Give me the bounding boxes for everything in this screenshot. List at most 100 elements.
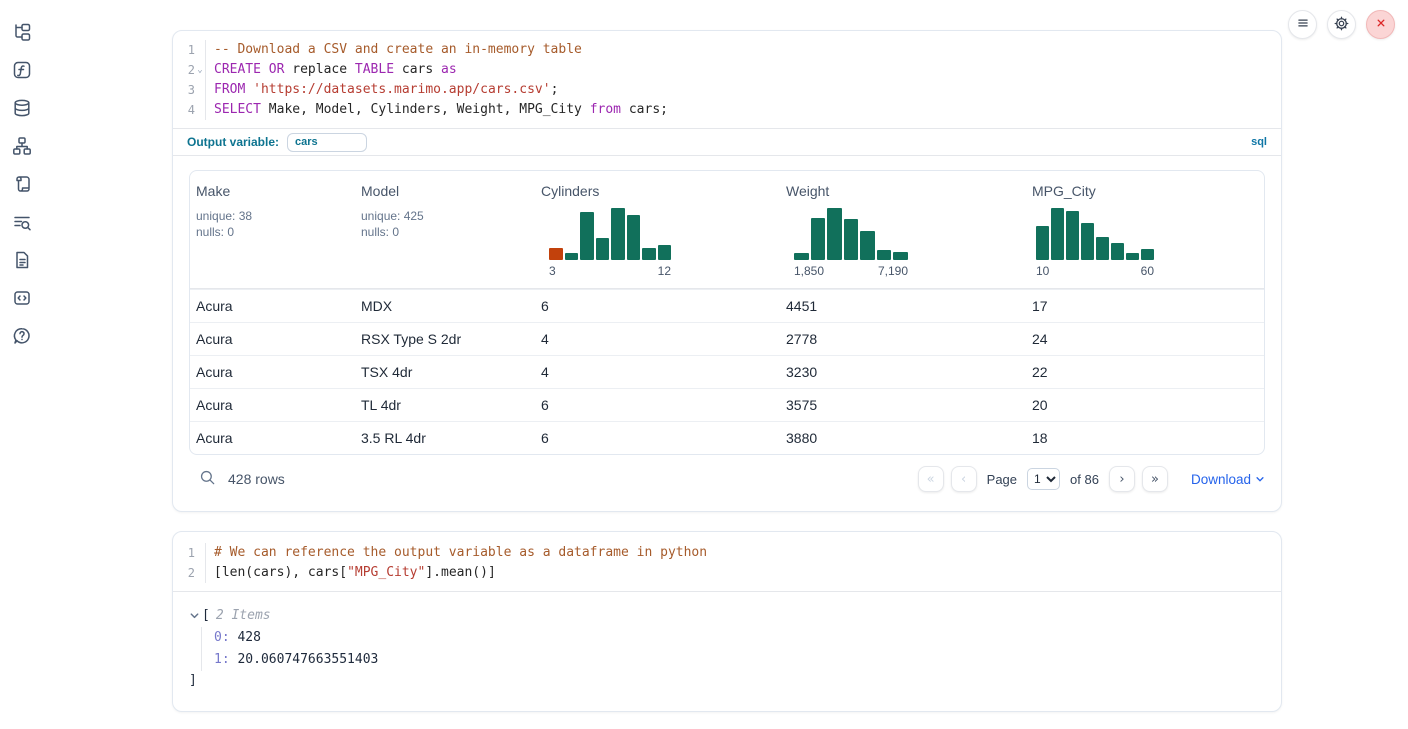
cell-cylinders: 4 [535, 331, 780, 347]
table-row: Acura 3.5 RL 4dr 6 3880 18 [190, 421, 1264, 454]
column-header-mpg-city[interactable]: MPG_City 10 60 [1026, 183, 1264, 278]
code-token: TABLE [355, 62, 394, 77]
sidebar-item-scratchpad[interactable] [11, 174, 33, 196]
prev-page-button[interactable]: ‹ [951, 466, 977, 492]
cell-make: Acura [190, 397, 355, 413]
axis-min-label: 1,850 [794, 264, 824, 278]
histogram-bar [580, 212, 594, 260]
table-footer: 428 rows « ‹ Page 1 of 86 › » Download [189, 465, 1265, 493]
scratchpad-icon [12, 174, 32, 197]
cell-model: MDX [355, 298, 535, 314]
download-button[interactable]: Download [1191, 472, 1265, 487]
cell-model: TL 4dr [355, 397, 535, 413]
file-tree-icon [12, 22, 32, 45]
sidebar-item-documentation[interactable] [11, 250, 33, 272]
menu-button[interactable] [1288, 10, 1317, 39]
code-token: SELECT [214, 102, 261, 117]
line-number: 3 [173, 80, 195, 100]
histogram-bar [844, 219, 859, 260]
table-row: Acura TSX 4dr 4 3230 22 [190, 355, 1264, 388]
page-total: of 86 [1070, 472, 1099, 487]
item-index: 0: [214, 630, 230, 645]
cell-mpg-city: 18 [1026, 430, 1264, 446]
gear-icon [1333, 15, 1350, 35]
sidebar-item-files[interactable] [11, 22, 33, 44]
sidebar-item-help[interactable] [11, 326, 33, 348]
last-page-button[interactable]: » [1142, 466, 1168, 492]
code-token: ].mean()] [425, 565, 495, 580]
histogram-bar [1081, 223, 1094, 260]
column-header-cylinders[interactable]: Cylinders 3 12 [535, 183, 780, 278]
code-token: OR [269, 62, 285, 77]
settings-button[interactable] [1327, 10, 1356, 39]
code-token: 'https://datasets.marimo.app/cars.csv' [253, 82, 550, 97]
first-page-button[interactable]: « [918, 466, 944, 492]
cell-mpg-city: 20 [1026, 397, 1264, 413]
line-number: 1 [173, 543, 195, 563]
sidebar-item-logs[interactable] [11, 212, 33, 234]
column-stat-nulls: nulls: 0 [196, 224, 355, 240]
page-label: Page [987, 472, 1017, 487]
sql-code-editor[interactable]: 1 -- Download a CSV and create an in-mem… [173, 31, 1281, 128]
search-button[interactable] [199, 469, 216, 489]
code-token: "MPG_City" [347, 565, 425, 580]
code-line: 2⌄ CREATE OR replace TABLE cars as [173, 60, 1281, 80]
cell-make: Acura [190, 364, 355, 380]
cell-weight: 4451 [780, 298, 1026, 314]
code-token: CREATE [214, 62, 261, 77]
sidebar [0, 0, 44, 729]
column-stat-unique: unique: 425 [361, 208, 535, 224]
line-number: 2 [173, 60, 195, 80]
sidebar-item-snippets[interactable] [11, 288, 33, 310]
output-variable-label: Output variable: [187, 135, 279, 149]
histogram-bar [794, 253, 809, 260]
code-line: 4 SELECT Make, Model, Cylinders, Weight,… [173, 100, 1281, 120]
table-row: Acura TL 4dr 6 3575 20 [190, 388, 1264, 421]
code-token: cars; [621, 102, 668, 117]
line-number: 2 [173, 563, 195, 583]
collapse-toggle[interactable] [189, 609, 200, 624]
histogram-bar [1126, 253, 1139, 260]
cell-model: TSX 4dr [355, 364, 535, 380]
database-icon [12, 98, 32, 121]
histogram-bar [1111, 243, 1124, 260]
code-token: cars [394, 62, 441, 77]
items-count-label: 2 Items [216, 605, 271, 627]
code-line: 2 [len(cars), cars["MPG_City"].mean()] [173, 563, 1281, 583]
notebook-actions [1288, 10, 1395, 39]
sidebar-item-variables[interactable] [11, 60, 33, 82]
column-header-make[interactable]: Make unique: 38 nulls: 0 [190, 183, 355, 278]
column-name: MPG_City [1032, 183, 1264, 199]
sidebar-item-datasources[interactable] [11, 98, 33, 120]
cell-weight: 3230 [780, 364, 1026, 380]
code-line: 3 FROM 'https://datasets.marimo.app/cars… [173, 80, 1281, 100]
fold-chevron-icon[interactable]: ⌄ [195, 60, 205, 80]
sidebar-item-dependencies[interactable] [11, 136, 33, 158]
python-code-editor[interactable]: 1 # We can reference the output variable… [173, 532, 1281, 591]
code-token: FROM [214, 82, 245, 97]
cell-weight: 3575 [780, 397, 1026, 413]
output-variable-input[interactable] [287, 133, 367, 152]
histogram-bar [611, 208, 625, 260]
column-stat-nulls: nulls: 0 [361, 224, 535, 240]
cell-cylinders: 6 [535, 430, 780, 446]
histogram-bar [658, 245, 672, 260]
column-name: Cylinders [541, 183, 780, 199]
code-token: # We can reference the output variable a… [214, 545, 707, 560]
histogram-bar [627, 215, 641, 260]
shutdown-button[interactable] [1366, 10, 1395, 39]
axis-max-label: 60 [1141, 264, 1154, 278]
next-page-button[interactable]: › [1109, 466, 1135, 492]
cell-model: 3.5 RL 4dr [355, 430, 535, 446]
language-badge[interactable]: sql [1251, 136, 1267, 148]
column-header-weight[interactable]: Weight 1,850 7,190 [780, 183, 1026, 278]
cell-cylinders: 6 [535, 397, 780, 413]
page-select[interactable]: 1 [1027, 468, 1060, 490]
document-icon [12, 250, 32, 273]
column-header-model[interactable]: Model unique: 425 nulls: 0 [355, 183, 535, 278]
fold-indicator [195, 100, 205, 120]
axis-max-label: 12 [658, 264, 671, 278]
cylinders-histogram: 3 12 [549, 208, 671, 278]
chevron-down-icon [1255, 472, 1265, 487]
item-index: 1: [214, 652, 230, 667]
